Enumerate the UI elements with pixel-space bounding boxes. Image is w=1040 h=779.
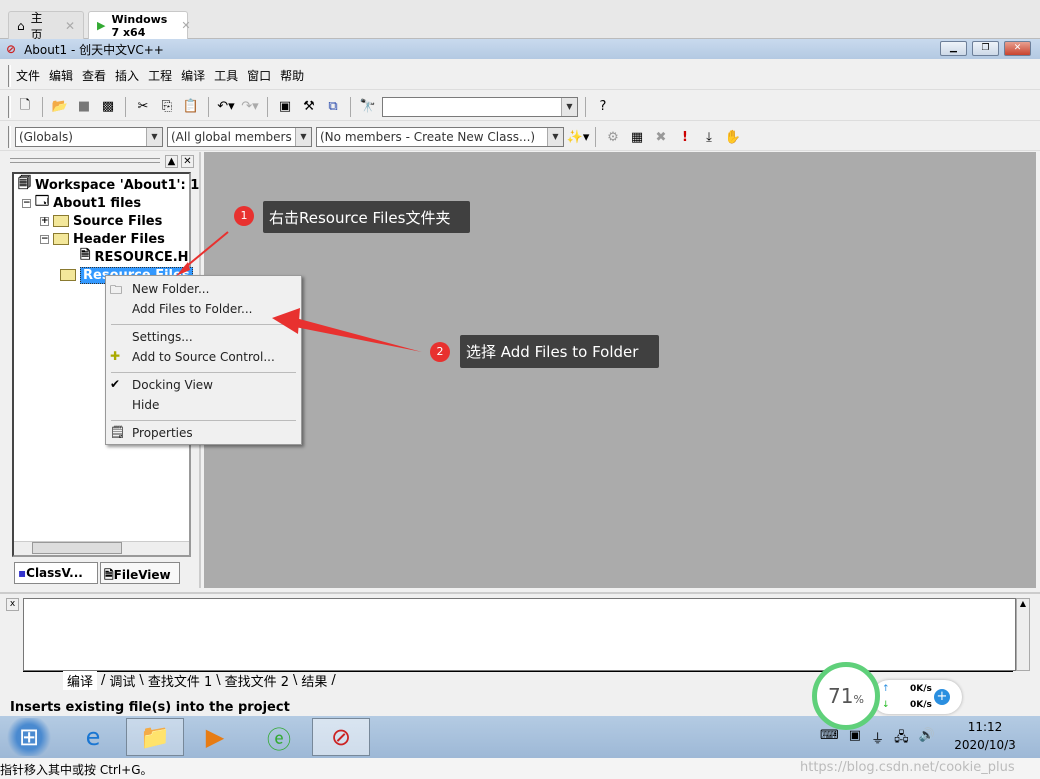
arrow-2-head [272,308,300,334]
vmware-icon[interactable]: ▣ [849,728,861,750]
output-text-area[interactable] [23,598,1016,671]
watermark: https://blog.csdn.net/cookie_plus [800,760,1015,775]
ie-taskbar-button[interactable]: e [64,718,122,756]
vc-taskbar-button[interactable]: ⊘ [312,718,370,756]
start-button[interactable]: ⊞ [4,718,54,756]
tab-find1[interactable]: 查找文件 1 [148,671,212,690]
arrow-1 [181,231,229,271]
output-vscrollbar[interactable]: ▲ [1016,598,1030,671]
annotation-badge-2: 2 [430,342,450,362]
tab-results[interactable]: 结果 [301,671,327,690]
explorer-taskbar-button[interactable]: 📁 [126,718,184,756]
arrow-1-head [176,262,190,276]
upload-arrow-icon: ↑ [882,684,890,694]
tab-debug[interactable]: 调试 [109,671,135,690]
vm-hint-bar: 指针移入其中或按 Ctrl+G。 https://blog.csdn.net/c… [0,758,1040,779]
network-icon[interactable]: 🖧 [894,728,909,750]
net-speed-widget[interactable]: 71% ↑ 0K/s ↓ 0K/s + [812,662,962,730]
plus-icon[interactable]: + [934,689,950,705]
arrow-2 [290,317,422,352]
tab-find2[interactable]: 查找文件 2 [225,671,289,690]
annotation-badge-1: 1 [234,206,254,226]
download-arrow-icon: ↓ [882,700,890,710]
close-output-button[interactable]: x [6,598,19,611]
browser-taskbar-button[interactable]: ⓔ [250,718,308,756]
volume-icon[interactable]: 🔊 [919,728,935,750]
keyboard-icon[interactable]: ⌨ [820,728,839,750]
media-player-taskbar-button[interactable]: ▶ [186,718,244,756]
annotation-tooltip-1: 右击Resource Files文件夹 [263,201,470,233]
usb-icon[interactable]: ⏚ [871,728,884,750]
tab-build[interactable]: 编译 [63,671,98,690]
system-tray: ⌨ ▣ ⏚ 🖧 🔊 [820,728,935,750]
annotation-tooltip-2: 选择 Add Files to Folder [460,335,659,368]
